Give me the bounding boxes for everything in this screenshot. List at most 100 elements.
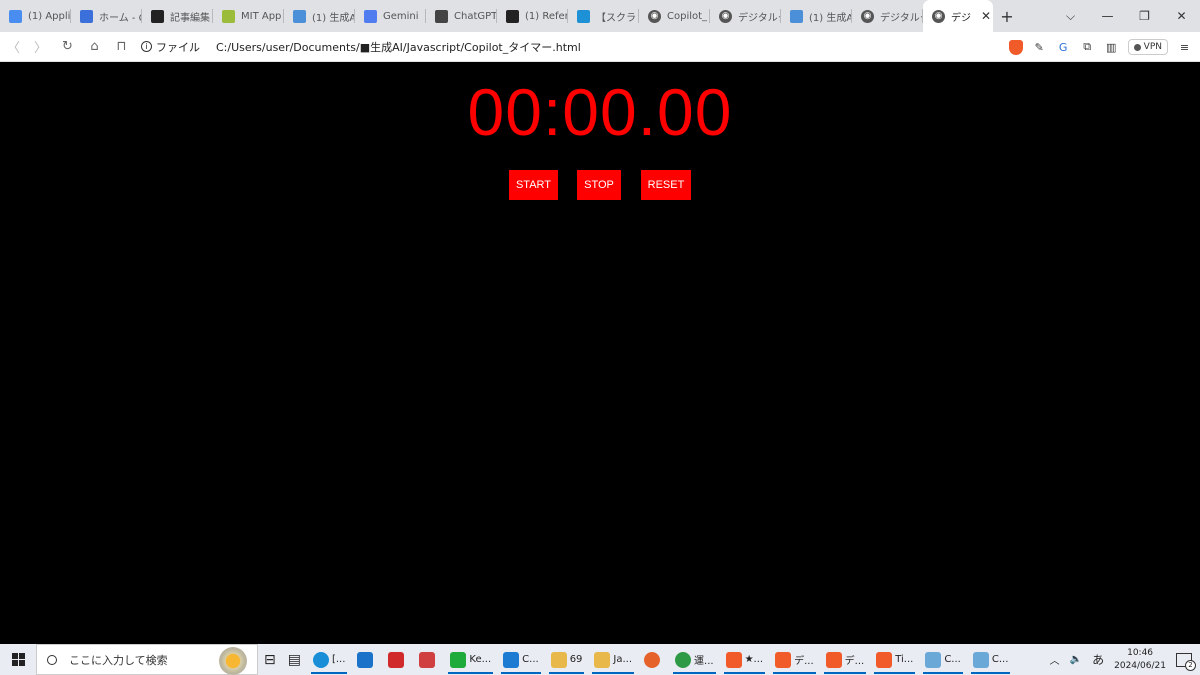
taskbar-app-12[interactable]: デ...: [820, 644, 871, 675]
tab-label: 記事編集: [170, 12, 210, 24]
search-highlight-icon[interactable]: [219, 647, 247, 675]
sidebar-icon[interactable]: ▥: [1104, 40, 1119, 55]
address-bar[interactable]: i ファイル C:/Users/user/Documents/■生成AI/Jav…: [141, 39, 581, 55]
tab-list: (1) Appli ホーム - C 記事編集 MIT App (1) 生成AI Gemin…: [0, 0, 923, 32]
reset-button[interactable]: RESET: [641, 170, 691, 200]
taskbar-app-label: デ...: [844, 656, 865, 667]
taskbar-app-6[interactable]: 69: [545, 644, 589, 675]
close-window-button[interactable]: ✕: [1163, 9, 1200, 23]
minimize-button[interactable]: —: [1089, 9, 1126, 23]
taskbar: ここに入力して検索 ⊟ ▤ [... Ke... C... 69 Ja... 運... ★.…: [0, 644, 1200, 675]
taskbar-app-label: ★...: [744, 654, 764, 665]
tab-6[interactable]: ChatGPT: [426, 0, 497, 32]
taskbar-app-3[interactable]: [413, 644, 444, 675]
ime-indicator[interactable]: あ: [1092, 651, 1104, 668]
tab-10[interactable]: ◉ デジタルタ: [710, 0, 781, 32]
taskbar-app-label: [...: [331, 654, 346, 665]
brave-icon: [876, 651, 893, 668]
tab-7[interactable]: (1) Refer: [497, 0, 568, 32]
tab-active[interactable]: ◉ デジ ✕: [923, 0, 993, 32]
notepad-icon: [972, 651, 989, 668]
vpn-button[interactable]: VPN: [1127, 39, 1168, 55]
taskbar-app-11[interactable]: デ...: [769, 644, 820, 675]
taskbar-app-2[interactable]: [382, 644, 413, 675]
tab-1[interactable]: ホーム - C: [71, 0, 142, 32]
tab-strip: (1) Appli ホーム - C 記事編集 MIT App (1) 生成AI Gemin…: [0, 0, 1200, 32]
widgets-icon[interactable]: ▤: [282, 644, 307, 675]
menu-icon[interactable]: ≡: [1177, 40, 1192, 55]
stop-app-icon: [388, 651, 405, 668]
taskbar-app-label: Ja...: [613, 654, 633, 665]
mit-app-inventor-icon: [222, 9, 235, 23]
task-view-icon[interactable]: ⊟: [258, 644, 282, 675]
browser-toolbar: 〈 〉 ↻ ⌂ ⊓ i ファイル C:/Users/user/Documents…: [0, 32, 1200, 62]
monitor-icon: [293, 9, 306, 23]
tab-9[interactable]: ◉ Copilot_: [639, 0, 710, 32]
taskbar-app-14[interactable]: C...: [919, 644, 967, 675]
taskbar-apps: [... Ke... C... 69 Ja... 運... ★... デ... デ... Ti..…: [307, 644, 1014, 675]
timer-controls: START STOP RESET: [0, 170, 1200, 200]
taskbar-app-9[interactable]: 運...: [669, 644, 720, 675]
url-text[interactable]: C:/Users/user/Documents/■生成AI/Javascript…: [216, 39, 581, 55]
reload-button[interactable]: ↻: [54, 39, 81, 54]
taskbar-search[interactable]: ここに入力して検索: [36, 644, 258, 675]
start-menu-button[interactable]: [0, 644, 36, 675]
forward-button[interactable]: 〉: [27, 37, 54, 56]
edit-extension-icon[interactable]: ✎: [1032, 40, 1047, 55]
browser-window: (1) Appli ホーム - C 記事編集 MIT App (1) 生成AI Gemin…: [0, 0, 1200, 675]
close-tab-icon[interactable]: ✕: [981, 9, 991, 23]
start-button[interactable]: START: [509, 170, 558, 200]
home-button[interactable]: ⌂: [81, 39, 108, 54]
taskbar-app-13[interactable]: Ti...: [870, 644, 919, 675]
vscode-icon: [503, 651, 520, 668]
taskbar-app-10[interactable]: ★...: [720, 644, 770, 675]
taskbar-app-4[interactable]: Ke...: [444, 644, 497, 675]
tab-3[interactable]: MIT App: [213, 0, 284, 32]
scheme-label: ファイル: [156, 40, 200, 54]
restore-button[interactable]: ❐: [1126, 9, 1163, 23]
tab-label: (1) 生成AI: [312, 12, 355, 24]
chevron-up-icon[interactable]: ︿: [1050, 652, 1060, 667]
new-tab-button[interactable]: +: [993, 0, 1021, 32]
monitor-icon: [790, 9, 803, 23]
tab-4[interactable]: (1) 生成AI: [284, 0, 355, 32]
taskbar-app-label: デ...: [794, 656, 814, 667]
brave-icon: [825, 651, 842, 668]
page-content: 00:00.00 START STOP RESET: [0, 63, 1200, 644]
tab-2[interactable]: 記事編集: [142, 0, 213, 32]
tab-label: デジ: [951, 12, 971, 24]
search-placeholder: ここに入力して検索: [69, 653, 168, 667]
speaker-icon[interactable]: 🔈: [1070, 654, 1082, 665]
tab-0[interactable]: (1) Appli: [0, 0, 71, 32]
tab-label: (1) Appli: [28, 10, 71, 22]
taskbar-app-5[interactable]: C...: [497, 644, 545, 675]
info-icon[interactable]: i: [141, 41, 152, 52]
tab-5[interactable]: Gemini: [355, 0, 426, 32]
tab-label: MIT App: [241, 10, 282, 22]
folder-icon: [550, 651, 567, 668]
taskbar-app-1[interactable]: [351, 644, 382, 675]
tab-label: ホーム - C: [99, 12, 142, 24]
tab-12[interactable]: ◉ デジタルタ: [852, 0, 923, 32]
taskbar-app-0[interactable]: [...: [307, 644, 351, 675]
back-button[interactable]: 〈: [0, 37, 27, 56]
search-icon: [47, 654, 57, 665]
taskbar-app-8[interactable]: [638, 644, 669, 675]
bookmark-icon[interactable]: ⊓: [108, 39, 135, 54]
brave-shields-icon[interactable]: [1008, 39, 1023, 55]
tab-label: デジタルタ: [738, 12, 781, 24]
notification-icon[interactable]: 2: [1176, 652, 1196, 671]
translate-icon[interactable]: G: [1056, 40, 1071, 55]
mail-icon: [357, 651, 374, 668]
stop-button[interactable]: STOP: [577, 170, 621, 200]
tab-11[interactable]: (1) 生成AI: [781, 0, 852, 32]
tab-search-icon[interactable]: ⌵: [1052, 9, 1089, 24]
extensions-icon[interactable]: ⧉: [1080, 40, 1095, 55]
taskbar-app-7[interactable]: Ja...: [588, 644, 638, 675]
taskbar-app-15[interactable]: C...: [967, 644, 1015, 675]
clock[interactable]: 10:46 2024/06/21: [1114, 647, 1166, 673]
firefox-icon: [644, 651, 661, 668]
tab-8[interactable]: 【スクラッ: [568, 0, 639, 32]
chrome-icon: [675, 651, 692, 668]
tab-label: デジタルタ: [880, 12, 923, 24]
